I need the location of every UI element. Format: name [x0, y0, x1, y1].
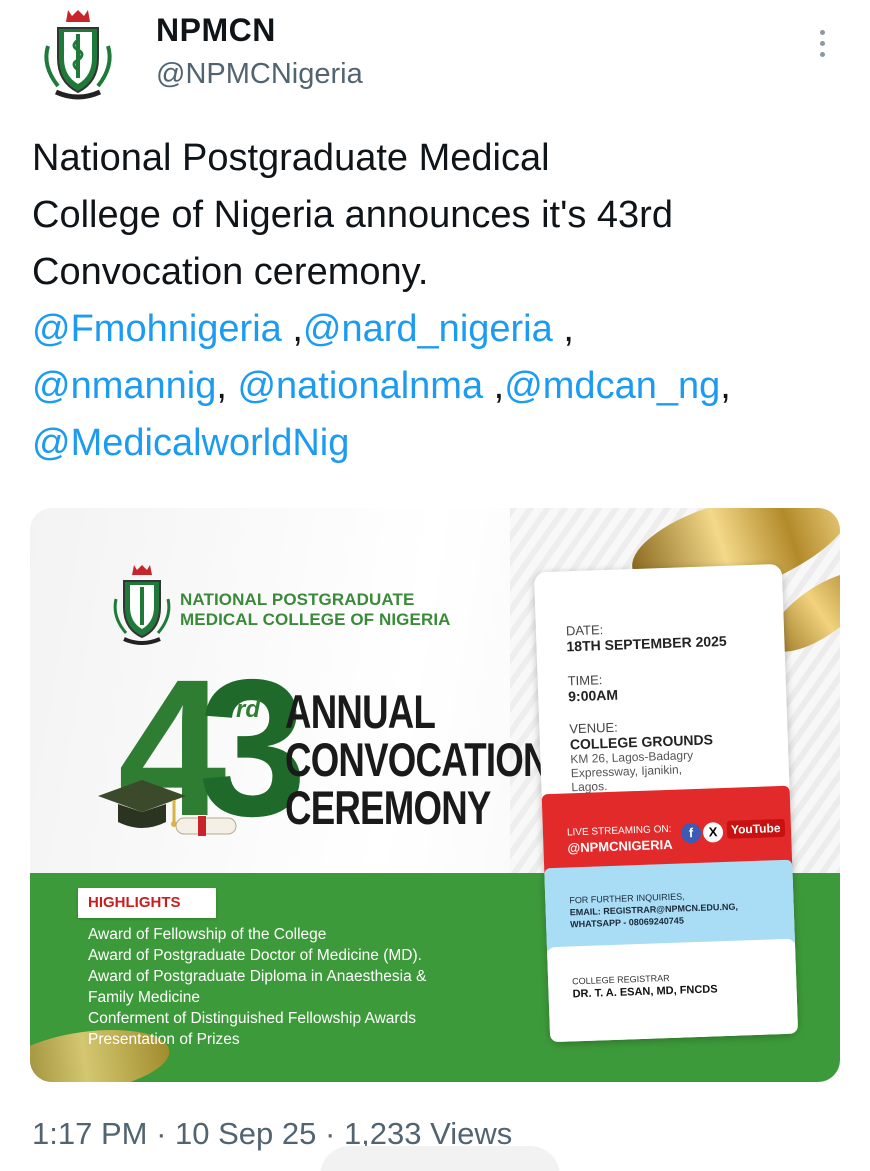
- mention-link[interactable]: @nationalnma: [237, 365, 483, 407]
- title-line: CONVOCATION: [285, 733, 549, 786]
- highlight-item: Family Medicine: [88, 989, 200, 1006]
- mention-line: @MedicalworldNig: [32, 415, 852, 472]
- mention-link[interactable]: @nmannig: [32, 365, 216, 407]
- separator: ·: [147, 1116, 176, 1151]
- separator: ,: [483, 365, 505, 407]
- npmcn-crest-icon: [44, 10, 112, 100]
- tweet-time[interactable]: 1:17 PM: [32, 1116, 147, 1151]
- separator: ,: [216, 365, 238, 407]
- registrar-block: COLLEGE REGISTRAR DR. T. A. ESAN, MD, FN…: [546, 938, 799, 1043]
- highlight-item: Award of Postgraduate Diploma in Anaesth…: [88, 968, 427, 985]
- mention-link[interactable]: @mdcan_ng: [504, 365, 720, 407]
- inquiries-whatsapp: WHATSAPP - 08069240745: [570, 915, 685, 930]
- registrar-label: COLLEGE REGISTRAR: [571, 972, 670, 987]
- time-block: TIME: 9:00AM: [567, 672, 619, 705]
- mention-link[interactable]: @nard_nigeria: [303, 308, 553, 350]
- mention-line: @Fmohnigeria ,@nard_nigeria ,: [32, 301, 852, 358]
- user-handle[interactable]: @NPMCNigeria: [156, 58, 363, 91]
- tweet-date[interactable]: 10 Sep 25: [175, 1116, 316, 1151]
- college-name-line: NATIONAL POSTGRADUATE: [180, 590, 415, 609]
- highlight-item: Award of Fellowship of the College: [88, 926, 327, 943]
- event-title: ANNUAL CONVOCATION CEREMONY: [285, 688, 549, 832]
- title-line: CEREMONY: [285, 781, 491, 834]
- flyer-image[interactable]: NATIONAL POSTGRADUATE MEDICAL COLLEGE OF…: [30, 508, 840, 1082]
- youtube-icon: YouTube: [726, 818, 785, 839]
- ordinal-suffix: rd: [236, 696, 260, 723]
- tweet-line: National Postgraduate Medical: [32, 137, 550, 179]
- venue-block: VENUE: COLLEGE GROUNDS KM 26, Lagos-Bada…: [569, 716, 715, 795]
- time-label: TIME:: [567, 672, 603, 689]
- tweet-line: Convocation ceremony.: [32, 251, 429, 293]
- highlight-item: Award of Postgraduate Doctor of Medicine…: [88, 947, 422, 964]
- highlights-list: Award of Fellowship of the College Award…: [88, 924, 426, 1050]
- separator: ,: [552, 308, 574, 350]
- x-logo-icon: X: [702, 822, 724, 843]
- title-line: ANNUAL: [285, 685, 436, 738]
- separator: ,: [720, 365, 731, 407]
- diploma-scroll-icon: [175, 816, 237, 836]
- more-options-icon[interactable]: [812, 30, 832, 66]
- display-name[interactable]: NPMCN: [156, 12, 276, 49]
- mention-link[interactable]: @MedicalworldNig: [32, 422, 349, 464]
- floating-pill: [320, 1146, 560, 1171]
- separator: ,: [281, 308, 303, 350]
- college-name-line: MEDICAL COLLEGE OF NIGERIA: [180, 610, 451, 629]
- mention-line: @nmannig, @nationalnma ,@mdcan_ng,: [32, 358, 852, 415]
- stream-label: LIVE STREAMING ON:: [566, 823, 672, 839]
- highlight-item: Presentation of Prizes: [88, 1031, 240, 1048]
- tweet-line: College of Nigeria announces it's 43rd: [32, 194, 673, 236]
- avatar[interactable]: [38, 6, 118, 106]
- college-name: NATIONAL POSTGRADUATE MEDICAL COLLEGE OF…: [180, 590, 451, 630]
- facebook-icon: f: [680, 822, 702, 844]
- tweet-text: National Postgraduate Medical College of…: [32, 130, 852, 472]
- separator: ·: [316, 1116, 344, 1151]
- date-block: DATE: 18TH SEPTEMBER 2025: [566, 618, 727, 654]
- highlight-item: Conferment of Distinguished Fellowship A…: [88, 1010, 416, 1027]
- stream-handle: @NPMCNIGERIA: [567, 836, 673, 856]
- time-value: 9:00AM: [567, 686, 619, 705]
- registrar-name: DR. T. A. ESAN, MD, FNCDS: [572, 983, 718, 1001]
- mention-link[interactable]: @Fmohnigeria: [32, 308, 282, 350]
- event-info-card: DATE: 18TH SEPTEMBER 2025 TIME: 9:00AM V…: [533, 563, 799, 1043]
- highlights-label: HIGHLIGHTS: [78, 888, 216, 918]
